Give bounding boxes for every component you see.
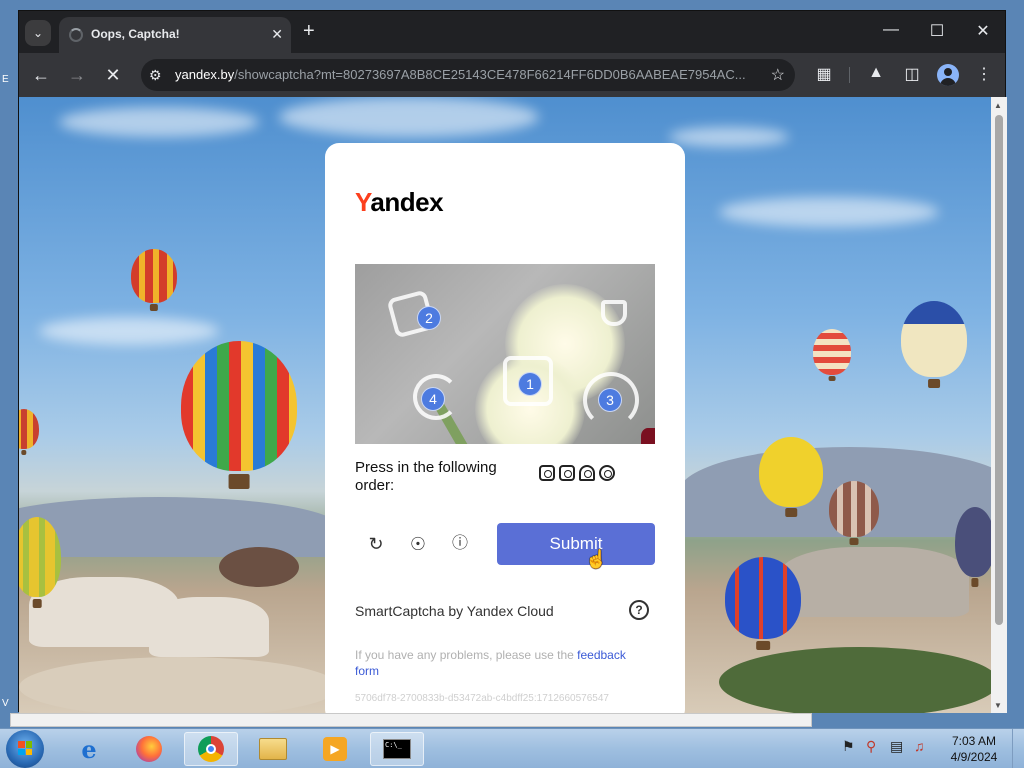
- save-icon: [559, 465, 575, 481]
- explorer-icon[interactable]: [246, 732, 300, 766]
- page-viewport: Yandex 2 1 4 3 Press in the following or…: [19, 97, 991, 713]
- request-id: 5706df78-2700833b-d53472ab-c4bdff25:1712…: [355, 693, 609, 704]
- show-desktop-button[interactable]: [1012, 729, 1024, 768]
- balloon: [181, 341, 297, 471]
- info-icon[interactable]: ⓘ: [449, 533, 471, 555]
- trees: [719, 647, 991, 713]
- balloon: [759, 437, 823, 507]
- balloon: [725, 557, 801, 639]
- menu-icon[interactable]: ⋮: [973, 64, 995, 84]
- signal-icon: [579, 465, 595, 481]
- system-clock[interactable]: 7:03 AM 4/9/2024: [946, 733, 1002, 765]
- scroll-down-icon[interactable]: ▼: [994, 701, 1002, 710]
- maximize-icon[interactable]: ☐: [927, 21, 947, 41]
- rock-formation: [149, 597, 269, 657]
- help-icon[interactable]: ?: [629, 600, 649, 620]
- tab-active[interactable]: Oops, Captcha! ✕: [59, 17, 291, 53]
- labs-icon[interactable]: ▲: [865, 64, 887, 82]
- stop-icon[interactable]: ✕: [101, 65, 125, 85]
- close-icon[interactable]: ✕: [271, 26, 283, 43]
- back-icon[interactable]: ←: [29, 65, 53, 85]
- side-panel-icon[interactable]: ◫: [901, 64, 923, 84]
- clock-date: 4/9/2024: [950, 750, 998, 764]
- captcha-image[interactable]: 2 1 4 3: [355, 264, 655, 444]
- tab-bar: ⌄ Oops, Captcha! ✕ + — ☐ ✕: [19, 11, 1005, 53]
- hill: [219, 547, 299, 587]
- volume-muted-icon[interactable]: ♫: [914, 738, 925, 754]
- scroll-up-icon[interactable]: ▲: [994, 101, 1002, 110]
- target-icon: [599, 465, 615, 481]
- desktop-icon-label: V: [2, 698, 9, 709]
- tab-search-icon[interactable]: ⌄: [25, 20, 51, 46]
- vertical-scrollbar[interactable]: ▲ ▼: [991, 97, 1007, 713]
- search-icon[interactable]: ⚲: [866, 738, 876, 755]
- media-player-icon[interactable]: ▶: [308, 732, 362, 766]
- desktop-icon-label: E: [2, 74, 9, 85]
- captcha-marker[interactable]: 4: [421, 387, 445, 411]
- mountain: [19, 497, 339, 557]
- internet-explorer-icon[interactable]: e: [62, 732, 116, 766]
- balloon: [901, 301, 967, 377]
- scroll-thumb[interactable]: [995, 115, 1003, 625]
- feedback-note: If you have any problems, please use the…: [355, 648, 626, 678]
- captcha-marker[interactable]: 3: [598, 388, 622, 412]
- order-sequence: [539, 465, 615, 481]
- star-icon[interactable]: ☆: [771, 65, 785, 85]
- hand-cursor-icon: ☝: [585, 549, 608, 569]
- balloon: [955, 507, 991, 577]
- balloon: [813, 329, 851, 375]
- bag-icon: [539, 465, 555, 481]
- flower-accent: [641, 428, 655, 444]
- start-button[interactable]: [6, 730, 44, 768]
- plus-icon[interactable]: +: [303, 21, 315, 41]
- close-window-icon[interactable]: ✕: [973, 21, 993, 41]
- tab-title: Oops, Captcha!: [91, 27, 180, 41]
- balloon: [829, 481, 879, 537]
- network-icon[interactable]: ▤: [890, 738, 903, 755]
- balloon: [19, 517, 61, 597]
- url-text[interactable]: yandex.by/showcaptcha?mt=80273697A8B8CE2…: [175, 67, 763, 82]
- extensions-icon[interactable]: ▦: [813, 64, 835, 84]
- captcha-marker[interactable]: 2: [417, 306, 441, 330]
- address-bar[interactable]: ⚙ yandex.by/showcaptcha?mt=80273697A8B8C…: [141, 59, 795, 91]
- headphones-icon[interactable]: ☉: [407, 533, 429, 555]
- forward-icon[interactable]: →: [65, 65, 89, 85]
- order-instruction: Press in the following order:: [355, 459, 497, 494]
- url-path: /showcaptcha?mt=80273697A8B8CE25143CE478…: [234, 67, 746, 82]
- captcha-marker[interactable]: 1: [518, 372, 542, 396]
- taskbar: e ▶ C:\_ ⚑ ⚲ ▤ ♫ 7:03 AM 4/9/2024: [0, 728, 1024, 768]
- captcha-brand: SmartCaptcha by Yandex Cloud: [355, 603, 554, 619]
- yandex-logo: Yandex: [355, 187, 444, 217]
- refresh-icon[interactable]: ↻: [365, 533, 387, 555]
- cloud: [719, 197, 939, 227]
- browser-window: ⌄ Oops, Captcha! ✕ + — ☐ ✕ ← → ✕ ⚙ yande…: [18, 10, 1007, 713]
- firefox-icon[interactable]: [122, 732, 176, 766]
- balloon: [19, 409, 39, 449]
- clock-time: 7:03 AM: [951, 734, 997, 748]
- valley: [19, 657, 339, 713]
- profile-icon[interactable]: [937, 64, 959, 86]
- chrome-icon[interactable]: [184, 732, 238, 766]
- cloud: [59, 107, 259, 137]
- cloud: [669, 127, 789, 147]
- flag-icon[interactable]: ⚑: [842, 738, 855, 755]
- cloud: [279, 97, 539, 137]
- minimize-icon[interactable]: —: [881, 21, 901, 39]
- balloon: [131, 249, 177, 303]
- browser-toolbar: ← → ✕ ⚙ yandex.by/showcaptcha?mt=8027369…: [19, 53, 1005, 97]
- cloud: [39, 317, 219, 345]
- captcha-shape: [601, 300, 627, 326]
- site-settings-icon[interactable]: ⚙: [149, 67, 162, 84]
- windows-logo-icon: [18, 741, 32, 755]
- captcha-card: Yandex 2 1 4 3 Press in the following or…: [325, 143, 685, 713]
- loading-icon: [69, 28, 83, 42]
- horizontal-scrollbar[interactable]: [10, 713, 812, 727]
- submit-button[interactable]: Submit: [497, 523, 655, 565]
- toolbar-divider: [849, 67, 850, 83]
- url-host: yandex.by: [175, 67, 235, 82]
- rock-formation: [779, 547, 969, 617]
- cmd-icon[interactable]: C:\_: [370, 732, 424, 766]
